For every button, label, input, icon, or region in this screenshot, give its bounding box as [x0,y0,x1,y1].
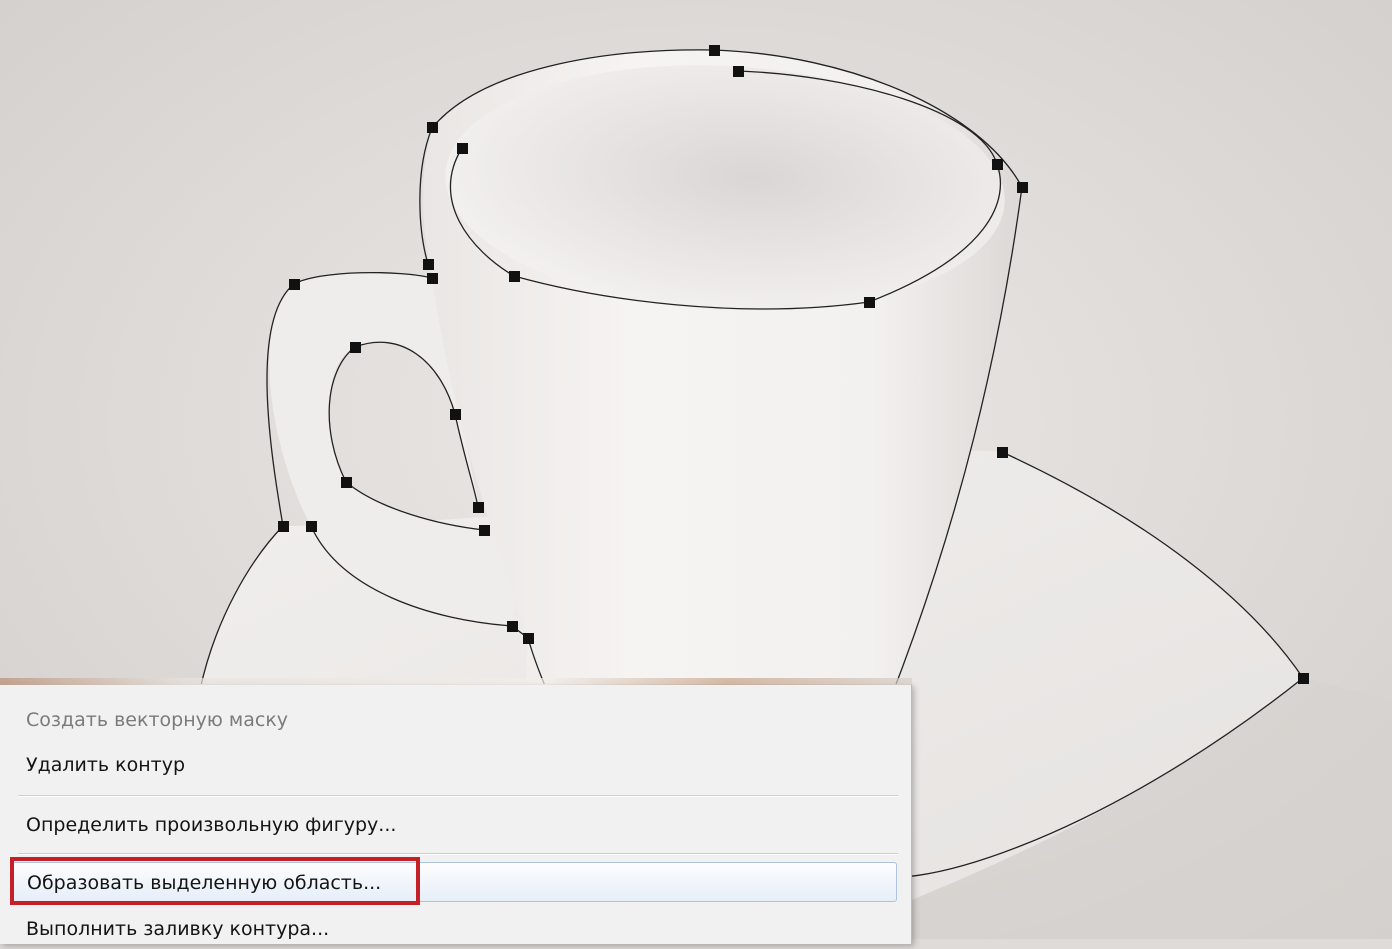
menu-item-make-selection[interactable]: Образовать выделенную область... [12,862,897,902]
menu-item-delete-path[interactable]: Удалить контур [12,745,897,785]
anchor-point-icon [479,525,490,536]
menu-item-define-custom-shape[interactable]: Определить произвольную фигуру... [12,805,897,845]
anchor-point-icon [457,143,468,154]
anchor-point-icon [992,159,1003,170]
menu-item-create-vector-mask: Создать векторную маску [26,709,289,731]
anchor-point-icon [1298,673,1309,684]
anchor-point-icon [350,342,361,353]
anchor-point-icon [427,273,438,284]
anchor-point-icon [1017,182,1028,193]
menu-separator [18,853,898,855]
anchor-point-icon [709,45,720,56]
anchor-point-icon [507,621,518,632]
anchor-point-icon [450,409,461,420]
anchor-point-icon [341,477,352,488]
menu-item-fill-path[interactable]: Выполнить заливку контура... [12,909,897,949]
menu-separator [18,795,898,797]
anchor-point-icon [997,447,1008,458]
anchor-point-icon [473,502,484,513]
context-menu: Создать векторную маску Удалить контур О… [0,678,912,944]
anchor-point-icon [733,66,744,77]
anchor-point-icon [278,521,289,532]
anchor-point-icon [509,271,520,282]
anchor-point-icon [423,259,434,270]
anchor-point-icon [523,633,534,644]
anchor-point-icon [289,279,300,290]
anchor-point-icon [306,521,317,532]
anchor-point-icon [864,297,875,308]
anchor-point-icon [427,122,438,133]
